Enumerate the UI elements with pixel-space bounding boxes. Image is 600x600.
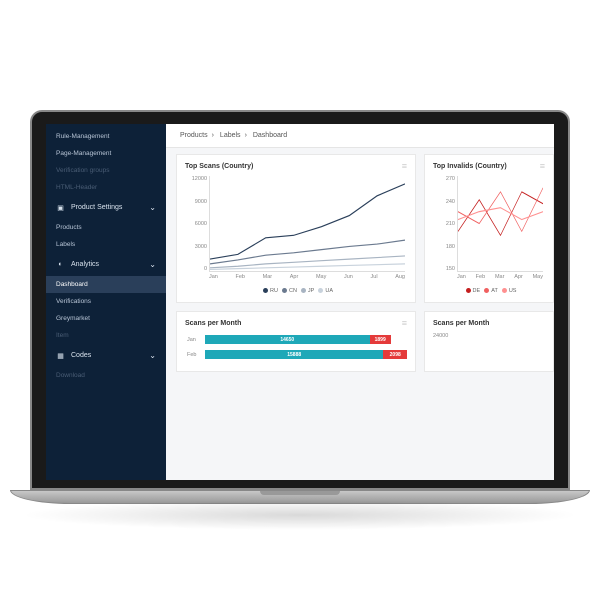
breadcrumb-item[interactable]: Dashboard xyxy=(253,132,287,139)
chart-top-scans: 120009000600030000 JanFebMarAprMayJunJul… xyxy=(185,176,407,286)
sidebar-section-label: Analytics xyxy=(71,261,99,268)
sidebar-item-rule-management[interactable]: Rule-Management xyxy=(46,128,166,145)
card-top-scans: ≡ Top Scans (Country) 120009000600030000… xyxy=(176,154,416,303)
laptop-shadow xyxy=(20,500,580,530)
card-title: Top Scans (Country) xyxy=(185,163,407,170)
sidebar-item-html-header[interactable]: HTML-Header xyxy=(46,179,166,196)
breadcrumb: Products› Labels› Dashboard xyxy=(166,124,554,148)
breadcrumb-item[interactable]: Labels xyxy=(220,132,241,139)
chevron-down-icon: ⌄ xyxy=(149,203,156,212)
breadcrumb-item[interactable]: Products xyxy=(180,132,208,139)
chart-legend: DEATUS xyxy=(433,288,545,294)
sidebar-item-products[interactable]: Products xyxy=(46,219,166,236)
sidebar-section-label: Product Settings xyxy=(71,204,122,211)
sidebar-section-product-settings[interactable]: ▣ Product Settings ⌄ xyxy=(46,196,166,219)
sidebar-item-labels[interactable]: Labels xyxy=(46,236,166,253)
sidebar-item-greymarket[interactable]: Greymarket xyxy=(46,310,166,327)
sidebar-item-download[interactable]: Download xyxy=(46,367,166,384)
chevron-down-icon: ⌄ xyxy=(149,351,156,360)
sidebar-section-label: Codes xyxy=(71,352,91,359)
box-icon: ▣ xyxy=(56,203,65,212)
card-menu-icon[interactable]: ≡ xyxy=(402,161,407,171)
card-scans-per-month-line: Scans per Month 24000 xyxy=(424,311,554,372)
card-title: Scans per Month xyxy=(185,320,407,327)
sidebar-section-analytics[interactable]: ◐ Analytics ⌄ xyxy=(46,253,166,276)
card-top-invalids: ≡ Top Invalids (Country) 270240210180150… xyxy=(424,154,554,303)
card-title: Top Invalids (Country) xyxy=(433,163,545,170)
main-content: Products› Labels› Dashboard ≡ Top Scans … xyxy=(166,124,554,480)
chevron-down-icon: ⌄ xyxy=(149,260,156,269)
card-menu-icon[interactable]: ≡ xyxy=(402,318,407,328)
pie-icon: ◐ xyxy=(56,260,65,269)
y-tick: 24000 xyxy=(433,333,545,339)
sidebar-item-page-management[interactable]: Page-Management xyxy=(46,145,166,162)
app-screen: Rule-Management Page-Management Verifica… xyxy=(46,124,554,480)
sidebar-item-dashboard[interactable]: Dashboard xyxy=(46,276,166,293)
sidebar-section-codes[interactable]: ▦ Codes ⌄ xyxy=(46,344,166,367)
sidebar: Rule-Management Page-Management Verifica… xyxy=(46,124,166,480)
qr-icon: ▦ xyxy=(56,351,65,360)
chart-top-invalids: 270240210180150 JanFebMarAprMay xyxy=(433,176,545,286)
chart-scans-bars: Jan146501899Feb158882098 xyxy=(185,333,407,361)
chart-legend: RUCNJPUA xyxy=(185,288,407,294)
sidebar-item-verifications[interactable]: Verifications xyxy=(46,293,166,310)
card-title: Scans per Month xyxy=(433,320,545,327)
sidebar-item-item[interactable]: Item xyxy=(46,327,166,344)
card-menu-icon[interactable]: ≡ xyxy=(540,161,545,171)
sidebar-item-verification-groups[interactable]: Verification groups xyxy=(46,162,166,179)
card-scans-per-month-bars: ≡ Scans per Month Jan146501899Feb1588820… xyxy=(176,311,416,372)
